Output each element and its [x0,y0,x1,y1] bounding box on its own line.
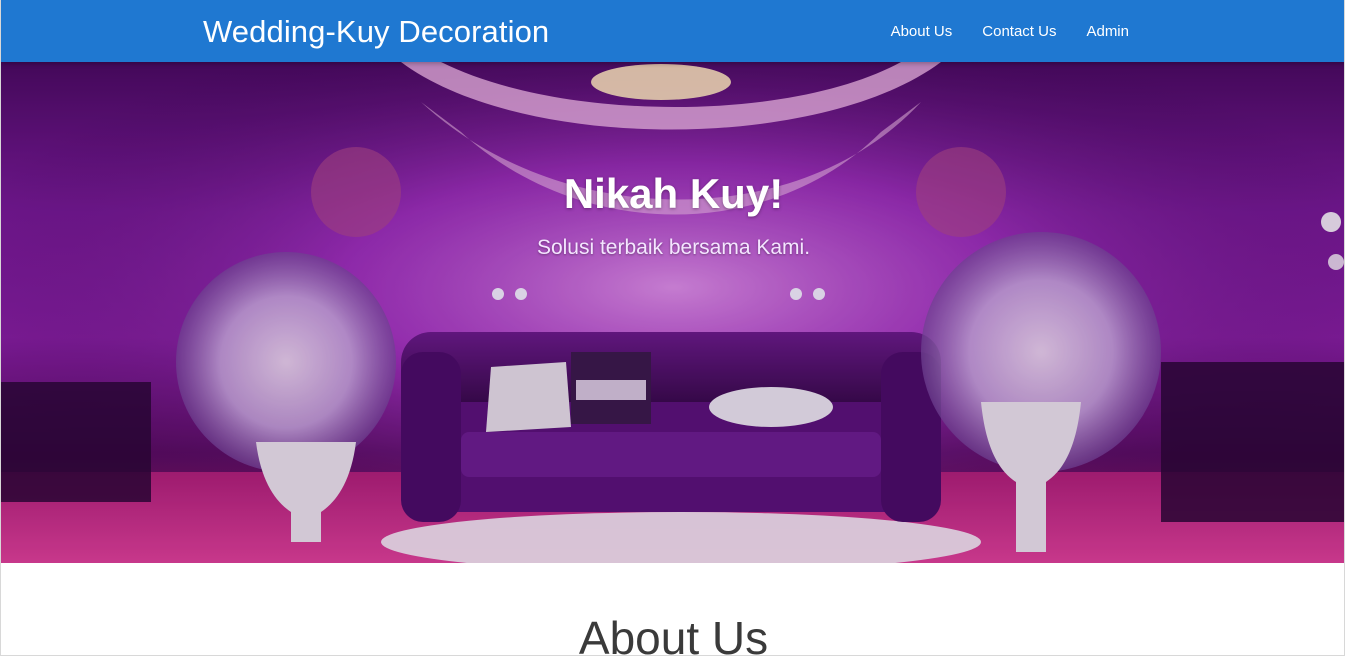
navbar: Wedding-Kuy Decoration About Us Contact … [1,0,1344,62]
about-us-heading: About Us [578,612,769,656]
nav-link-contact-us[interactable]: Contact Us [982,23,1056,40]
hero-background-image [1,62,1344,563]
brand-link[interactable]: Wedding-Kuy Decoration [203,14,549,50]
nav-link-admin[interactable]: Admin [1086,23,1129,40]
hero-title: Nikah Kuy! [563,170,784,217]
page: Wedding-Kuy Decoration About Us Contact … [0,0,1345,656]
nav-links: About Us Contact Us Admin [861,0,1129,62]
nav-link-about-us[interactable]: About Us [891,23,953,40]
hero-banner: Nikah Kuy! Solusi terbaik bersama Kami. [1,62,1344,563]
hero-subtitle: Solusi terbaik bersama Kami. [536,236,811,259]
